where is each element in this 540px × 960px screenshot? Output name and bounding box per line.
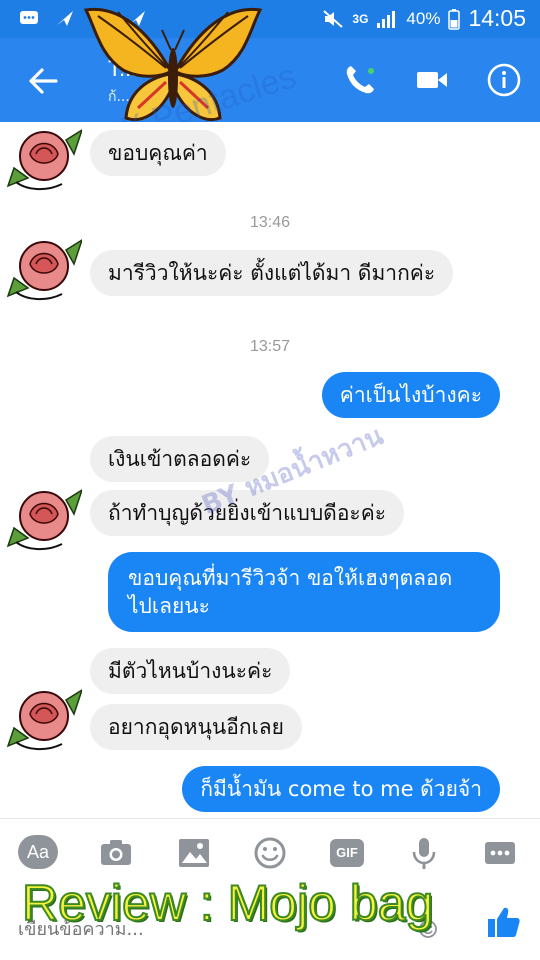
battery-percent: 40% [406,8,441,28]
signal-icon [377,10,396,28]
timestamp: 13:57 [249,338,291,355]
contact-avatar-rose [6,239,82,300]
incoming-message[interactable]: อยากอุดหนุนอีกเลย [90,704,302,750]
video-call-icon[interactable] [414,62,450,98]
outgoing-message-multiline[interactable]: ขอบคุณที่มารีวิวจ้า ขอให้เฮงๆตลอด ไปเลยน… [108,552,500,632]
message-line: ไปเลยนะ [128,594,210,618]
text-format-button[interactable]: Aa [18,835,58,869]
outgoing-message[interactable]: ก็มีน้ำมัน come to me ด้วยจ้า [182,766,500,812]
clock: 14:05 [468,5,526,31]
back-arrow-icon[interactable] [26,64,60,98]
like-thumbs-up-icon[interactable] [486,904,522,940]
gallery-icon[interactable] [176,835,212,871]
mute-icon [323,9,344,28]
battery-icon [448,8,461,30]
status-system-icons: 3G 40% 14:05 [322,5,526,32]
camera-icon[interactable] [98,835,134,871]
send-notification-icon [57,11,73,26]
microphone-icon[interactable] [406,835,442,871]
incoming-message[interactable]: ขอบคุณค่า [90,130,226,176]
message-line: ขอบคุณที่มารีวิวจ้า ขอให้เฮงๆตลอด [128,566,453,590]
incoming-message[interactable]: มีตัวไหนบ้างนะค่ะ [90,648,291,694]
contact-avatar-rose [6,489,82,550]
chat-notification-icon [20,11,38,24]
emoji-icon[interactable] [252,835,288,871]
review-caption: Review : Mojo bag [21,874,434,932]
contact-avatar-rose [6,129,82,190]
info-icon[interactable] [486,62,522,98]
network-type: 3G [352,11,369,26]
active-status-dot [366,66,376,76]
incoming-message[interactable]: มารีวิวให้นะค่ะ ตั้งแต่ได้มา ดีมากค่ะ [90,250,454,296]
gif-button[interactable]: GIF [330,839,364,867]
outgoing-message[interactable]: ค่าเป็นไงบ้างคะ [321,372,500,418]
contact-avatar-rose [6,689,82,750]
more-options-icon[interactable] [482,835,518,871]
